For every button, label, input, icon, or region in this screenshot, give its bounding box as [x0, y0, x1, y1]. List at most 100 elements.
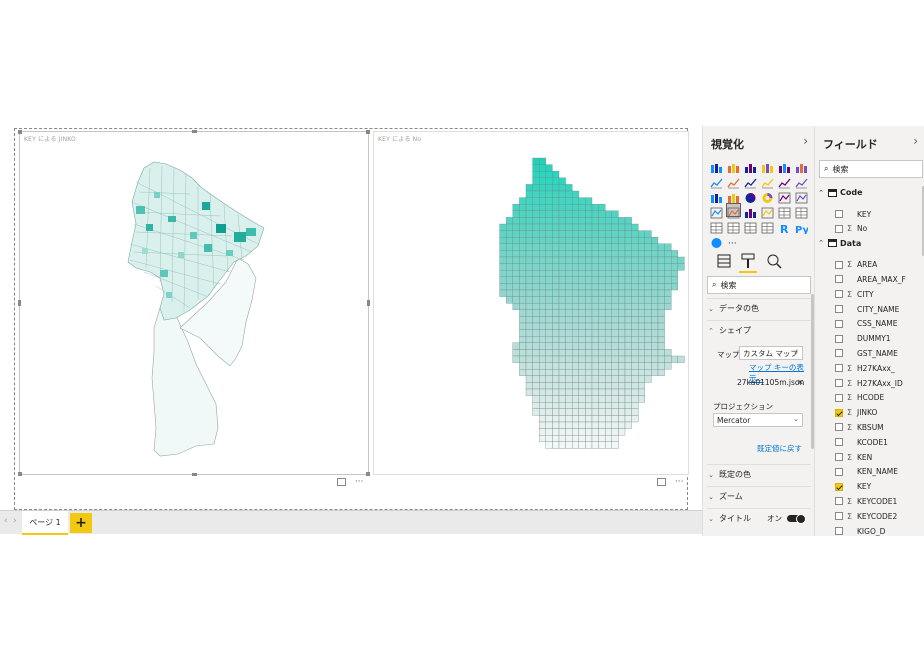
grid-cell[interactable]: [558, 243, 566, 251]
grid-cell[interactable]: [605, 362, 612, 370]
grid-cell[interactable]: [572, 270, 579, 277]
line-column-icon[interactable]: [761, 174, 774, 189]
pie-chart-icon[interactable]: [744, 189, 757, 203]
grid-cell[interactable]: [572, 243, 579, 251]
grid-cell[interactable]: [512, 237, 520, 244]
grid-cell[interactable]: [651, 283, 659, 291]
grid-cell[interactable]: [519, 316, 527, 324]
grid-cell[interactable]: [499, 283, 507, 291]
grid-cell[interactable]: [552, 303, 560, 310]
grid-cell[interactable]: [519, 223, 527, 231]
grid-cell[interactable]: [624, 289, 632, 297]
grid-cell[interactable]: [591, 237, 599, 244]
grid-cell[interactable]: [611, 382, 619, 390]
grid-cell[interactable]: [611, 283, 619, 291]
grid-cell[interactable]: [605, 428, 612, 436]
field-checkbox[interactable]: [835, 349, 843, 358]
grid-cell[interactable]: [631, 329, 639, 337]
grid-cell[interactable]: [512, 243, 520, 251]
grid-cell[interactable]: [638, 270, 645, 277]
grid-cell[interactable]: [572, 256, 579, 264]
grid-cell[interactable]: [605, 388, 612, 396]
grid-cell[interactable]: [611, 388, 619, 396]
grid-cell[interactable]: [618, 289, 626, 297]
grid-cell[interactable]: [585, 415, 593, 423]
focus-mode-icon[interactable]: [657, 477, 666, 486]
grid-cell[interactable]: [578, 197, 586, 205]
grid-cell[interactable]: [585, 250, 593, 258]
grid-cell[interactable]: [657, 270, 665, 277]
grid-cell[interactable]: [532, 197, 540, 205]
grid-cell[interactable]: [624, 223, 632, 231]
grid-cell[interactable]: [558, 402, 566, 409]
100-stacked-bar-icon[interactable]: [778, 159, 791, 173]
grid-cell[interactable]: [565, 204, 573, 211]
grid-cell[interactable]: [651, 316, 659, 324]
grid-cell[interactable]: [506, 270, 513, 277]
grid-cell[interactable]: [499, 237, 507, 244]
grid-cell[interactable]: [618, 329, 626, 337]
grid-cell[interactable]: [618, 421, 626, 429]
grid-cell[interactable]: [539, 408, 546, 416]
grid-cell[interactable]: [499, 270, 507, 277]
grid-cell[interactable]: [591, 230, 599, 238]
grid-cell[interactable]: [657, 303, 665, 310]
grid-cell[interactable]: [598, 270, 606, 277]
grid-cell[interactable]: [657, 296, 665, 304]
grid-cell[interactable]: [552, 177, 560, 185]
grid-cell[interactable]: [631, 316, 639, 324]
grid-cell[interactable]: [644, 256, 652, 264]
grid-cell[interactable]: [512, 256, 520, 264]
grid-cell[interactable]: [539, 157, 546, 165]
grid-cell[interactable]: [539, 362, 546, 370]
grid-cell[interactable]: [552, 355, 560, 363]
field-checkbox[interactable]: [835, 275, 843, 284]
grid-cell[interactable]: [651, 342, 659, 350]
grid-cell[interactable]: [572, 283, 579, 291]
grid-cell[interactable]: [545, 223, 553, 231]
field-checkbox[interactable]: [835, 334, 843, 343]
grid-cell[interactable]: [657, 349, 665, 357]
grid-cell[interactable]: [657, 362, 665, 370]
grid-cell[interactable]: [558, 309, 566, 317]
grid-cell[interactable]: [605, 243, 612, 251]
focus-mode-icon[interactable]: [337, 477, 346, 486]
grid-cell[interactable]: [545, 316, 553, 324]
grid-cell[interactable]: [624, 415, 632, 423]
grid-cell[interactable]: [664, 283, 672, 291]
grid-cell[interactable]: [631, 355, 639, 363]
grid-cell[interactable]: [572, 190, 579, 198]
grid-cell[interactable]: [532, 369, 540, 376]
grid-cell[interactable]: [585, 243, 593, 251]
grid-cell[interactable]: [558, 355, 566, 363]
grid-cell[interactable]: [657, 322, 665, 330]
grid-cell[interactable]: [598, 223, 606, 231]
grid-cell[interactable]: [539, 303, 546, 310]
grid-cell[interactable]: [519, 369, 527, 376]
resize-handle[interactable]: [192, 130, 197, 133]
grid-cell[interactable]: [552, 243, 560, 251]
filled-map-icon[interactable]: [710, 204, 723, 219]
grid-cell[interactable]: [631, 408, 639, 416]
table-icon[interactable]: [744, 219, 757, 234]
grid-cell[interactable]: [578, 428, 586, 436]
grid-cell[interactable]: [572, 421, 579, 429]
grid-cell[interactable]: [598, 349, 606, 357]
grid-cell[interactable]: [565, 362, 573, 370]
grid-cell[interactable]: [664, 296, 672, 304]
grid-cell[interactable]: [631, 303, 639, 310]
grid-cell[interactable]: [539, 342, 546, 350]
grid-cell[interactable]: [624, 250, 632, 258]
area-chart-icon[interactable]: [727, 174, 740, 189]
grid-cell[interactable]: [552, 217, 560, 225]
resize-handle[interactable]: [18, 300, 21, 306]
grid-cell[interactable]: [578, 329, 586, 337]
grid-cell[interactable]: [558, 237, 566, 244]
grid-cell[interactable]: [585, 309, 593, 317]
grid-cell[interactable]: [558, 415, 566, 423]
grid-cell[interactable]: [512, 263, 520, 271]
grid-cell[interactable]: [499, 263, 507, 271]
grid-cell[interactable]: [578, 322, 586, 330]
grid-cell[interactable]: [644, 296, 652, 304]
grid-cell[interactable]: [539, 256, 546, 264]
